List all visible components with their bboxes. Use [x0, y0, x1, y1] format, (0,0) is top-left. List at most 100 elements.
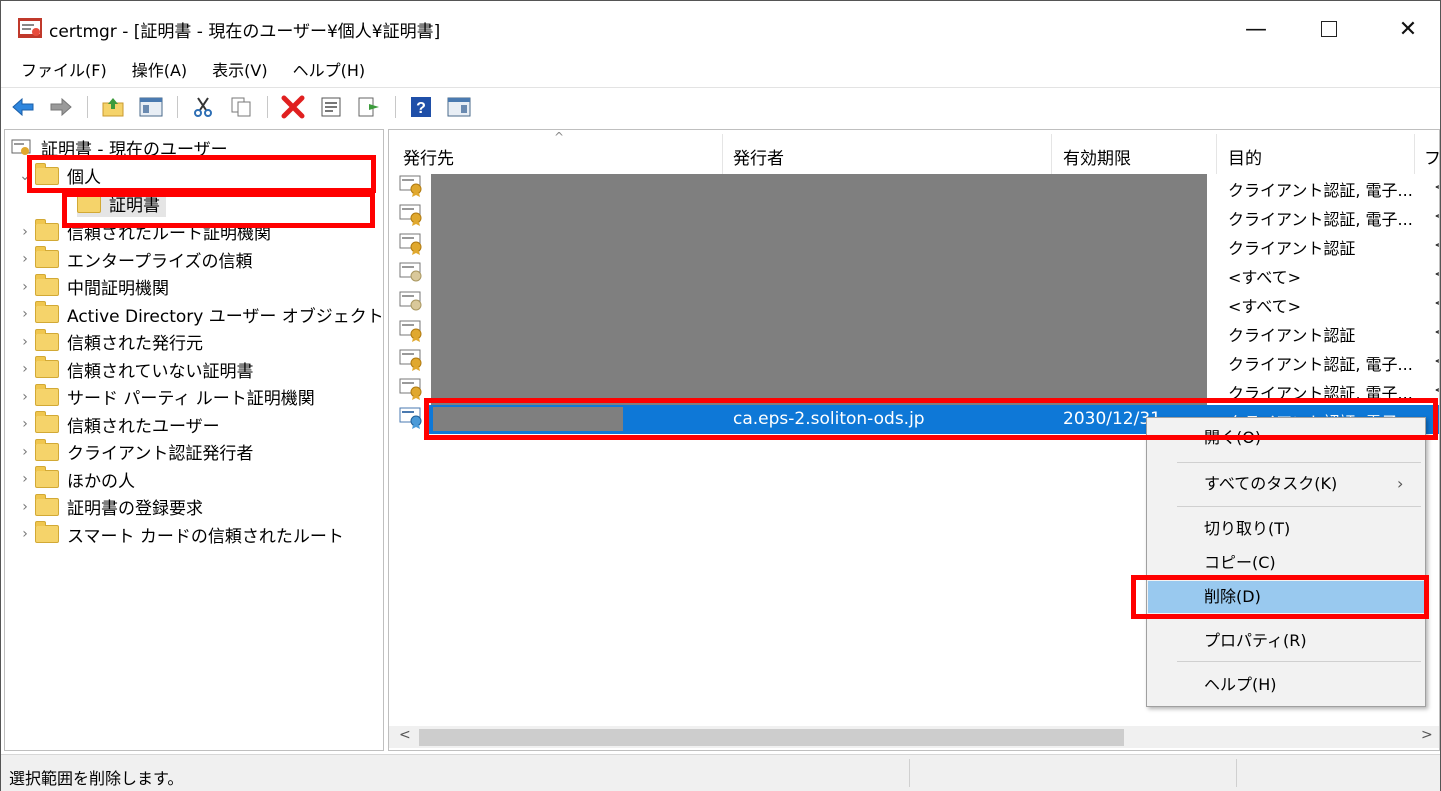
minimize-icon: — [1245, 16, 1267, 42]
folder-icon [35, 411, 59, 433]
folder-icon [35, 246, 59, 268]
column-divider[interactable] [722, 134, 723, 174]
column-header-expiration[interactable]: 有効期限 [1063, 144, 1131, 169]
copy-icon[interactable] [229, 95, 253, 119]
tree-item-label: 信頼された発行元 [67, 334, 203, 354]
status-bar: 選択範囲を削除します。 [1, 754, 1440, 791]
menu-file[interactable]: ファイル(F) [1, 57, 118, 85]
certificate-icon [399, 233, 422, 255]
menu-item-properties[interactable]: プロパティ(R) [1147, 625, 1425, 657]
menu-item-all-tasks[interactable]: すべてのタスク(K) › [1147, 468, 1425, 500]
tree-item[interactable]: › クライアント認証発行者 [15, 438, 253, 465]
chevron-right-icon[interactable]: › [15, 224, 35, 240]
show-hide-tree-icon[interactable] [139, 95, 163, 119]
menu-help[interactable]: ヘルプ(H) [279, 57, 377, 85]
back-arrow-icon[interactable] [11, 95, 35, 119]
purpose-cell[interactable]: クライアント認証 [1228, 235, 1355, 259]
chevron-down-icon[interactable]: ⌄ [15, 168, 35, 184]
certificate-icon [399, 349, 422, 371]
folder-icon [35, 162, 59, 185]
chevron-right-icon[interactable]: › [15, 306, 35, 322]
help-icon[interactable]: ? [409, 95, 433, 119]
tree-item[interactable]: › スマート カードの信頼されたルート [15, 521, 344, 548]
folder-icon [35, 328, 59, 351]
friendly-name-cell: < [1434, 380, 1439, 399]
title-bar: certmgr - [証明書 - 現在のユーザー¥個人¥証明書] — ✕ [1, 1, 1440, 53]
purpose-cell[interactable]: クライアント認証, 電子... [1228, 351, 1413, 375]
chevron-right-icon[interactable]: › [15, 471, 35, 487]
tree-item-label: 信頼されたユーザー [67, 416, 220, 437]
scroll-right-icon[interactable]: > [1421, 727, 1433, 743]
column-header-purpose[interactable]: 目的 [1228, 144, 1262, 169]
tree-item[interactable]: › エンタープライズの信頼 [15, 246, 252, 273]
tree-item[interactable]: › 信頼されていない証明書 [15, 356, 254, 383]
tree-item[interactable]: › 中間証明機関 [15, 273, 169, 300]
delete-icon[interactable] [281, 95, 305, 119]
tree-item[interactable]: › 信頼された発行元 [15, 328, 203, 355]
purpose-cell[interactable]: クライアント認証, 電子... [1228, 380, 1413, 404]
purpose-cell[interactable]: <すべて> [1228, 293, 1301, 317]
column-divider[interactable] [1414, 134, 1415, 174]
chevron-right-icon[interactable]: › [15, 251, 35, 267]
menu-item-delete[interactable]: 削除(D) [1148, 581, 1424, 613]
purpose-cell[interactable]: クライアント認証, 電子... [1228, 177, 1413, 201]
tree-item[interactable]: › 信頼されたユーザー [15, 411, 220, 438]
certificate-store-icon [11, 139, 31, 155]
chevron-right-icon[interactable]: › [15, 279, 35, 295]
tree-item[interactable]: › ほかの人 [15, 466, 135, 493]
purpose-cell[interactable]: クライアント認証, 電子... [1228, 206, 1413, 230]
tree-item[interactable]: › 信頼されたルート証明機関 [15, 218, 271, 245]
maximize-button[interactable] [1299, 9, 1359, 49]
up-folder-icon[interactable] [101, 95, 125, 119]
close-button[interactable]: ✕ [1378, 9, 1438, 49]
friendly-name-cell: < [1434, 322, 1439, 341]
column-divider[interactable] [1051, 134, 1052, 174]
certificate-icon [399, 378, 422, 400]
menu-item-open[interactable]: 開く(O) [1147, 422, 1425, 454]
tree-item[interactable]: › サード パーティ ルート証明機関 [15, 383, 315, 410]
column-header-friendly-name[interactable]: フ [1424, 144, 1439, 169]
scroll-left-icon[interactable]: < [399, 727, 411, 743]
scrollbar-thumb[interactable] [419, 729, 1124, 746]
menu-item-copy[interactable]: コピー(C) [1147, 547, 1425, 579]
tree-item-certificates[interactable]: 証明書 [77, 190, 166, 217]
menu-action[interactable]: 操作(A) [118, 57, 198, 85]
column-divider[interactable] [1216, 134, 1217, 174]
column-header-issued-by[interactable]: 発行者 [733, 144, 784, 169]
folder-icon [35, 493, 59, 516]
chevron-right-icon[interactable]: › [15, 334, 35, 350]
purpose-cell[interactable]: クライアント認証 [1228, 322, 1355, 346]
purpose-cell[interactable]: <すべて> [1228, 264, 1301, 288]
forward-arrow-icon[interactable] [49, 95, 73, 119]
chevron-right-icon[interactable]: › [15, 416, 35, 432]
toolbar-separator [177, 96, 178, 118]
console-icon[interactable] [447, 95, 471, 119]
tree-item-label: Active Directory ユーザー オブジェクト [67, 306, 384, 327]
minimize-button[interactable]: — [1226, 9, 1286, 49]
tree-item-label: 個人 [67, 168, 101, 188]
export-icon[interactable] [357, 95, 381, 119]
chevron-right-icon[interactable]: › [15, 389, 35, 405]
certificate-icon [399, 175, 422, 197]
tree-item-personal[interactable]: ⌄ 個人 [15, 162, 101, 189]
properties-icon[interactable] [319, 95, 343, 119]
tree-item-label: スマート カードの信頼されたルート [67, 526, 344, 547]
cut-icon[interactable] [191, 95, 215, 119]
horizontal-scrollbar[interactable]: < > [389, 726, 1439, 748]
tree-item[interactable]: › Active Directory ユーザー オブジェクト [15, 301, 384, 328]
menu-item-cut[interactable]: 切り取り(T) [1147, 513, 1425, 545]
chevron-right-icon[interactable]: › [15, 499, 35, 515]
folder-icon [35, 218, 59, 241]
column-header-issued-to[interactable]: 発行先 [403, 144, 454, 169]
chevron-right-icon[interactable]: › [15, 361, 35, 377]
tree-item[interactable]: › 証明書の登録要求 [15, 493, 203, 520]
menu-item-help[interactable]: ヘルプ(H) [1147, 669, 1425, 701]
toolbar-separator [395, 96, 396, 118]
menu-view[interactable]: 表示(V) [198, 57, 278, 85]
chevron-right-icon[interactable]: › [15, 526, 35, 542]
tree-root[interactable]: 証明書 - 現在のユーザー [11, 134, 228, 161]
chevron-right-icon[interactable]: › [15, 444, 35, 460]
friendly-name-cell: < [1434, 177, 1439, 196]
redacted-issued-to [433, 407, 623, 431]
menu-separator [1177, 506, 1421, 507]
